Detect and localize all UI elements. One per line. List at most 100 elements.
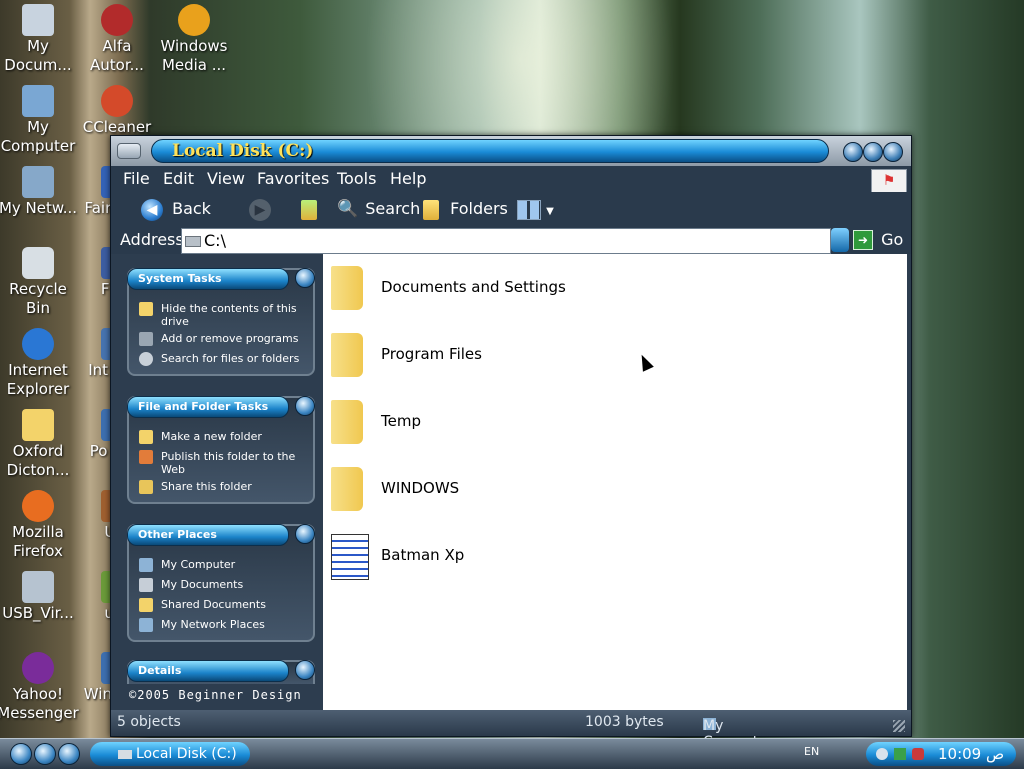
desktop-icon-recycle-bin[interactable]: Recycle Bin <box>0 247 80 318</box>
menu-tools[interactable]: Tools <box>337 169 376 188</box>
drive-icon <box>185 236 201 247</box>
desktop-icon-yahoo[interactable]: Yahoo! Messenger <box>0 652 80 723</box>
menu-view[interactable]: View <box>207 169 245 188</box>
firefox-icon <box>22 490 54 522</box>
my-network-places-link[interactable]: My Network Places <box>139 618 265 632</box>
folder-icon <box>331 266 363 310</box>
go-arrow-icon: ➜ <box>853 229 873 250</box>
title-bar[interactable]: Local Disk (C:) <box>111 136 911 166</box>
desktop-icon-my-computer[interactable]: My Computer <box>0 85 80 156</box>
panel-header[interactable]: System Tasks <box>127 268 289 290</box>
expand-button[interactable] <box>295 660 315 680</box>
minimize-button[interactable] <box>843 142 863 162</box>
desktop-icon-my-network[interactable]: My Netw... <box>0 166 80 218</box>
panel-header[interactable]: Other Places <box>127 524 289 546</box>
document-icon <box>331 534 369 580</box>
internet-explorer-icon <box>22 328 54 360</box>
network-icon <box>139 618 153 632</box>
title-pill: Local Disk (C:) <box>151 139 829 163</box>
explorer-window: Local Disk (C:) File Edit View Favorites… <box>110 135 912 750</box>
views-button[interactable]: ▼ <box>517 197 554 221</box>
desktop-icon-label: Internet Explorer <box>6 361 70 398</box>
hide-drive-contents-link[interactable]: Hide the contents of this drive <box>139 302 299 328</box>
menu-file[interactable]: File <box>123 169 150 188</box>
desktop-icon-ccleaner[interactable]: CCleaner <box>75 85 159 137</box>
network-icon <box>22 166 54 198</box>
close-button[interactable] <box>883 142 903 162</box>
make-new-folder-link[interactable]: Make a new folder <box>139 430 262 444</box>
collapse-button[interactable] <box>295 396 315 416</box>
folders-button[interactable]: Folders <box>423 197 508 221</box>
desktop-icon-windows-media[interactable]: Windows Media ... <box>152 4 236 75</box>
folder-icon <box>331 467 363 511</box>
system-menu-icon[interactable] <box>117 143 141 159</box>
desktop-icon-internet-explorer[interactable]: Internet Explorer <box>0 328 80 399</box>
document-icon <box>22 4 54 36</box>
desktop-icon-alfa[interactable]: Alfa Autor... <box>75 4 159 75</box>
search-label: Search <box>365 199 421 218</box>
add-remove-programs-link[interactable]: Add or remove programs <box>139 332 299 346</box>
desktop-icon-oxford[interactable]: Oxford Dicton... <box>0 409 80 480</box>
menu-favorites[interactable]: Favorites <box>257 169 329 188</box>
back-button[interactable]: ◀ Back <box>141 197 211 221</box>
documents-icon <box>139 578 153 592</box>
folder-icon <box>331 400 363 444</box>
go-button[interactable]: ➜ Go <box>853 229 903 251</box>
tray-icon[interactable] <box>912 748 924 760</box>
menu-edit[interactable]: Edit <box>163 169 194 188</box>
address-bar: Address C:\ ➜ Go <box>111 226 911 254</box>
share-folder-link[interactable]: Share this folder <box>139 480 252 494</box>
collapse-button[interactable] <box>295 268 315 288</box>
start-button[interactable] <box>10 743 32 765</box>
programs-icon <box>139 332 153 346</box>
maximize-button[interactable] <box>863 142 883 162</box>
desktop-icon-firefox[interactable]: Mozilla Firefox <box>0 490 80 561</box>
quick-launch-button[interactable] <box>34 743 56 765</box>
task-label: Add or remove programs <box>161 332 299 345</box>
place-label: My Computer <box>161 558 236 571</box>
file-name: Documents and Settings <box>381 278 566 296</box>
address-value: C:\ <box>204 231 226 250</box>
computer-icon <box>22 85 54 117</box>
address-label: Address <box>120 230 184 249</box>
details-panel: Details <box>127 660 315 684</box>
menu-help[interactable]: Help <box>390 169 426 188</box>
status-bar: 5 objects 1003 bytes My Computer <box>111 710 911 750</box>
status-objects: 5 objects <box>117 714 181 730</box>
resize-grip[interactable] <box>893 720 905 732</box>
file-name: Temp <box>381 412 421 430</box>
task-label: Hide the contents of this drive <box>161 302 297 328</box>
my-computer-link[interactable]: My Computer <box>139 558 235 572</box>
search-files-link[interactable]: Search for files or folders <box>139 352 299 366</box>
media-player-icon <box>178 4 210 36</box>
desktop-icon-label: My Docum... <box>4 37 72 74</box>
clock[interactable]: 10:09 ص <box>938 742 1004 766</box>
shared-documents-link[interactable]: Shared Documents <box>139 598 266 612</box>
publish-web-link[interactable]: Publish this folder to the Web <box>139 450 299 476</box>
search-button[interactable]: 🔍 Search <box>337 197 420 221</box>
file-folder-tasks-panel: File and Folder Tasks Make a new folder … <box>127 396 315 504</box>
desktop-icon-label: My Computer <box>0 118 76 155</box>
panel-header[interactable]: Details <box>127 660 289 682</box>
desktop-icon-usb[interactable]: USB_Vir... <box>0 571 80 623</box>
computer-icon <box>139 558 153 572</box>
collapse-button[interactable] <box>295 524 315 544</box>
address-field[interactable]: C:\ <box>181 228 831 254</box>
tray-icon[interactable] <box>876 748 888 760</box>
folder-icon <box>331 333 363 377</box>
forward-button[interactable]: ▶ <box>249 197 271 221</box>
tray-icon[interactable] <box>894 748 906 760</box>
my-documents-link[interactable]: My Documents <box>139 578 243 592</box>
panel-header[interactable]: File and Folder Tasks <box>127 396 289 418</box>
taskbar-item-label: Local Disk (C:) <box>136 746 237 762</box>
desktop-icon-my-documents[interactable]: My Docum... <box>0 4 80 75</box>
language-indicator[interactable]: EN <box>804 745 819 758</box>
address-dropdown-button[interactable] <box>831 228 849 252</box>
folders-label: Folders <box>450 199 508 218</box>
desktop-icon-label: Mozilla Firefox <box>12 523 64 560</box>
taskbar-item-local-disk[interactable]: Local Disk (C:) <box>90 742 250 766</box>
place-label: My Documents <box>161 578 244 591</box>
quick-launch-button[interactable] <box>58 743 80 765</box>
up-folder-button[interactable] <box>301 197 317 221</box>
window-title: Local Disk (C:) <box>172 141 314 161</box>
